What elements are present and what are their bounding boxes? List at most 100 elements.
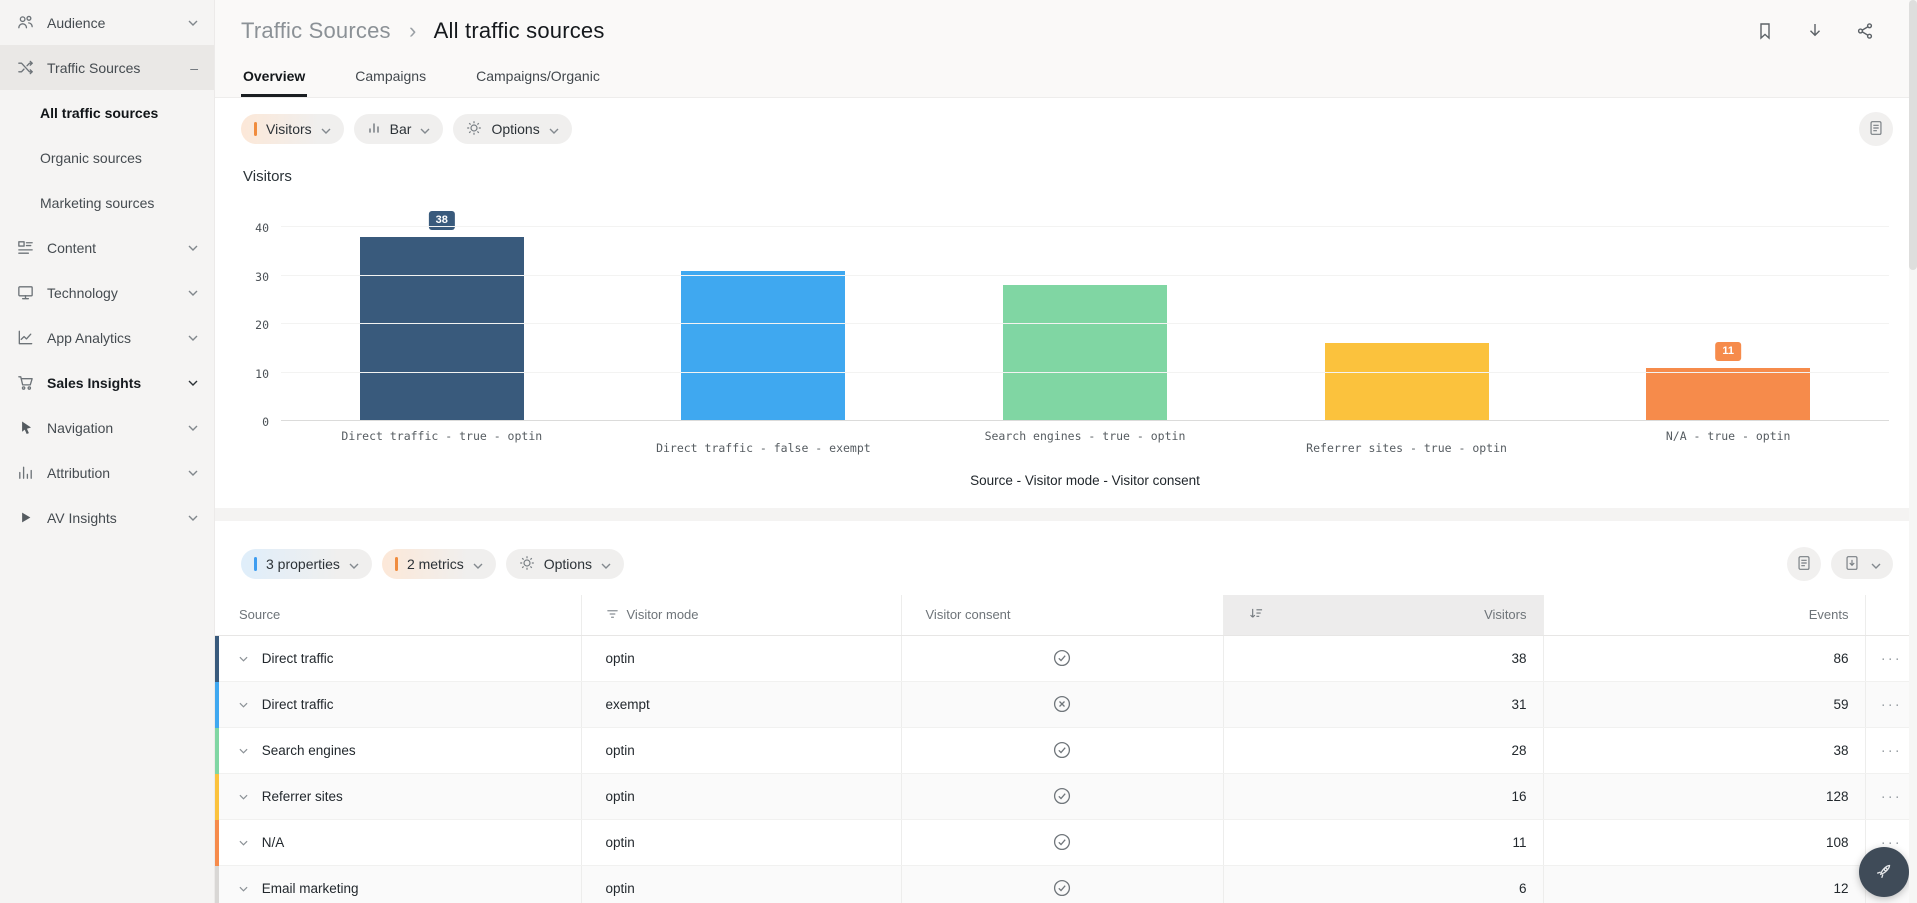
sidebar-item-attribution[interactable]: Attribution	[0, 450, 214, 495]
gridline	[281, 226, 1889, 227]
chart-section: Visitors 010203040 38 11 Direct traffic …	[215, 146, 1917, 488]
chevron-down-icon	[349, 556, 359, 572]
expand-row-chevron-icon[interactable]	[239, 886, 248, 892]
x-circle-icon	[1053, 695, 1071, 713]
chevron-down-icon	[188, 20, 198, 26]
page-header: Traffic Sources › All traffic sources Ov…	[215, 0, 1917, 98]
source-cell: Direct traffic	[262, 697, 334, 712]
table-row-direct-traffic-exempt[interactable]: Direct traffic exempt 31 59 ···	[215, 681, 1917, 727]
table-row-n-a-optin[interactable]: N/A optin 11 108 ···	[215, 819, 1917, 865]
chart-bar-search-engines-true-optin[interactable]	[1003, 285, 1167, 421]
bookmark-button[interactable]	[1753, 20, 1777, 44]
visitors-cell: 28	[1223, 727, 1543, 773]
chart-options-button[interactable]: Options	[453, 114, 571, 144]
sidebar-item-organic-sources[interactable]: Organic sources	[0, 135, 214, 180]
sidebar-item-av-insights[interactable]: AV Insights	[0, 495, 214, 540]
sidebar-item-navigation[interactable]: Navigation	[0, 405, 214, 450]
properties-color-bar-icon	[254, 557, 257, 571]
row-color-strip	[215, 636, 219, 682]
tab-campaigns[interactable]: Campaigns	[353, 68, 428, 97]
sidebar: Audience Traffic Sources – All traffic s…	[0, 0, 215, 903]
chart-bar-direct-traffic-true-optin[interactable]: 38	[360, 237, 524, 421]
check-circle-icon	[1053, 741, 1071, 759]
expand-row-chevron-icon[interactable]	[239, 702, 248, 708]
sidebar-item-traffic-sources[interactable]: Traffic Sources –	[0, 45, 214, 90]
table-row-search-engines-optin[interactable]: Search engines optin 28 38 ···	[215, 727, 1917, 773]
metric-select[interactable]: Visitors	[241, 114, 344, 144]
expand-row-chevron-icon[interactable]	[239, 748, 248, 754]
table-section: 3 properties 2 metrics Options	[215, 521, 1917, 903]
column-header-source[interactable]: Source	[215, 595, 581, 635]
visitor-mode-cell: optin	[581, 727, 901, 773]
breadcrumb: Traffic Sources › All traffic sources	[241, 18, 605, 44]
gridline	[281, 323, 1889, 324]
chart-type-select[interactable]: Bar	[354, 114, 444, 144]
column-header-visitors[interactable]: Visitors	[1223, 595, 1543, 635]
events-cell: 128	[1543, 773, 1865, 819]
y-axis: 010203040	[241, 227, 281, 421]
visitor-mode-cell: optin	[581, 635, 901, 681]
chevron-down-icon	[188, 470, 198, 476]
column-header-events[interactable]: Events	[1543, 595, 1865, 635]
tab-campaigns-organic[interactable]: Campaigns/Organic	[474, 68, 602, 97]
cart-icon	[15, 373, 35, 393]
chevron-down-icon	[1871, 556, 1881, 572]
chevron-down-icon	[188, 290, 198, 296]
share-icon	[1855, 21, 1875, 44]
data-table: Source Visitor mode Visitor consent Visi…	[215, 595, 1917, 903]
column-header-visitor-mode[interactable]: Visitor mode	[581, 595, 901, 635]
x-axis-label: Direct traffic - false - exempt	[603, 441, 925, 455]
sidebar-item-technology[interactable]: Technology	[0, 270, 214, 315]
gear-icon	[519, 555, 535, 574]
chart-bar-referrer-sites-true-optin[interactable]	[1325, 343, 1489, 421]
sidebar-item-marketing-sources[interactable]: Marketing sources	[0, 180, 214, 225]
bookmark-icon	[1755, 21, 1775, 44]
chevron-down-icon	[420, 121, 430, 137]
tab-bar: Overview Campaigns Campaigns/Organic	[241, 68, 1917, 97]
sidebar-item-audience[interactable]: Audience	[0, 0, 214, 45]
table-row-referrer-sites-optin[interactable]: Referrer sites optin 16 128 ···	[215, 773, 1917, 819]
column-header-visitor-consent[interactable]: Visitor consent	[901, 595, 1223, 635]
sidebar-item-sales-insights[interactable]: Sales Insights	[0, 360, 214, 405]
table-row-email-marketing-optin[interactable]: Email marketing optin 6 12 ···	[215, 865, 1917, 903]
header-actions	[1753, 20, 1877, 44]
table-export-button[interactable]	[1831, 549, 1893, 579]
metrics-select[interactable]: 2 metrics	[382, 549, 496, 579]
table-row-direct-traffic-optin[interactable]: Direct traffic optin 38 86 ···	[215, 635, 1917, 681]
source-cell: Search engines	[262, 743, 356, 758]
vertical-scrollbar[interactable]	[1909, 0, 1917, 903]
table-report-button[interactable]	[1787, 547, 1821, 581]
expand-row-chevron-icon[interactable]	[239, 656, 248, 662]
filter-icon	[606, 607, 619, 623]
sidebar-item-content[interactable]: Content	[0, 225, 214, 270]
properties-select[interactable]: 3 properties	[241, 549, 372, 579]
sidebar-item-all-traffic-sources[interactable]: All traffic sources	[0, 90, 214, 135]
expand-row-chevron-icon[interactable]	[239, 840, 248, 846]
chart-bar-direct-traffic-false-exempt[interactable]	[681, 271, 845, 421]
scrollbar-thumb[interactable]	[1909, 0, 1917, 270]
y-tick-label: 10	[255, 367, 269, 381]
table-controls: 3 properties 2 metrics Options	[215, 533, 1917, 581]
events-cell: 38	[1543, 727, 1865, 773]
collapse-minus-icon: –	[190, 60, 198, 76]
chevron-down-icon	[188, 245, 198, 251]
events-cell: 86	[1543, 635, 1865, 681]
download-button[interactable]	[1803, 20, 1827, 44]
breadcrumb-parent[interactable]: Traffic Sources	[241, 18, 391, 43]
sidebar-item-app-analytics[interactable]: App Analytics	[0, 315, 214, 360]
expand-row-chevron-icon[interactable]	[239, 794, 248, 800]
source-cell: N/A	[262, 835, 285, 850]
table-options-button[interactable]: Options	[506, 549, 624, 579]
y-tick-label: 0	[262, 415, 269, 429]
visitors-cell: 6	[1223, 865, 1543, 903]
source-cell: Direct traffic	[262, 651, 334, 666]
y-tick-label: 30	[255, 270, 269, 284]
assistant-rocket-button[interactable]	[1859, 847, 1909, 897]
chart-bar-n-a-true-optin[interactable]: 11	[1646, 368, 1810, 421]
share-button[interactable]	[1853, 20, 1877, 44]
x-axis-label: Referrer sites - true - optin	[1246, 441, 1568, 455]
chart-type-label: Bar	[390, 121, 412, 137]
plot-area: 38 11	[281, 227, 1889, 421]
chart-report-button[interactable]	[1859, 112, 1893, 146]
tab-overview[interactable]: Overview	[241, 68, 307, 97]
